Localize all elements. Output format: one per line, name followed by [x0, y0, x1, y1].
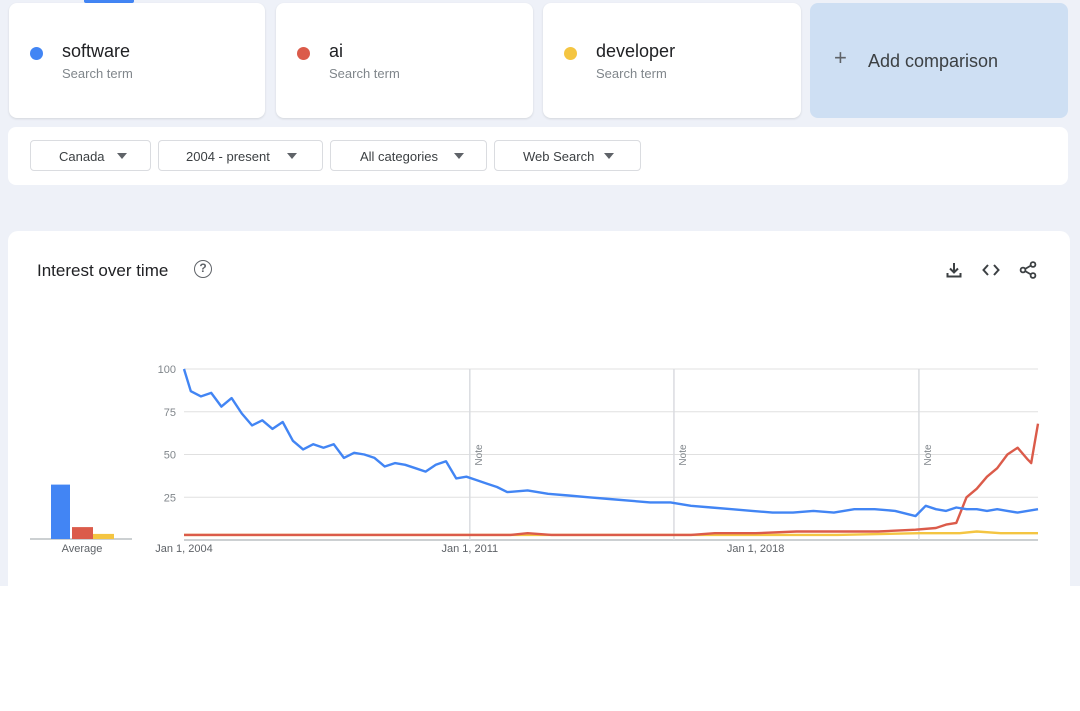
note-label: Note — [923, 444, 934, 466]
x-tick-label: Jan 1, 2018 — [727, 543, 785, 555]
interest-over-time-chart: 100 75 50 25 Jan 1, 2004 Jan 1, 2011 Jan 1, 20… — [30, 364, 1040, 555]
average-label: Average — [62, 543, 103, 555]
average-bar-developer — [93, 533, 114, 539]
y-tick-label: 75 — [164, 407, 176, 419]
note-label: Note — [678, 444, 689, 466]
average-bar-ai — [72, 527, 93, 539]
y-tick-label: 25 — [164, 492, 176, 504]
note-label: Note — [474, 444, 485, 466]
series-line-software — [182, 368, 1039, 518]
x-tick-label: Jan 1, 2004 — [155, 543, 213, 555]
x-tick-label: Jan 1, 2011 — [441, 543, 498, 555]
average-bar-software — [51, 484, 70, 539]
y-tick-label: 100 — [158, 364, 176, 376]
y-tick-label: 50 — [164, 450, 176, 462]
series-line-ai — [184, 423, 1040, 537]
